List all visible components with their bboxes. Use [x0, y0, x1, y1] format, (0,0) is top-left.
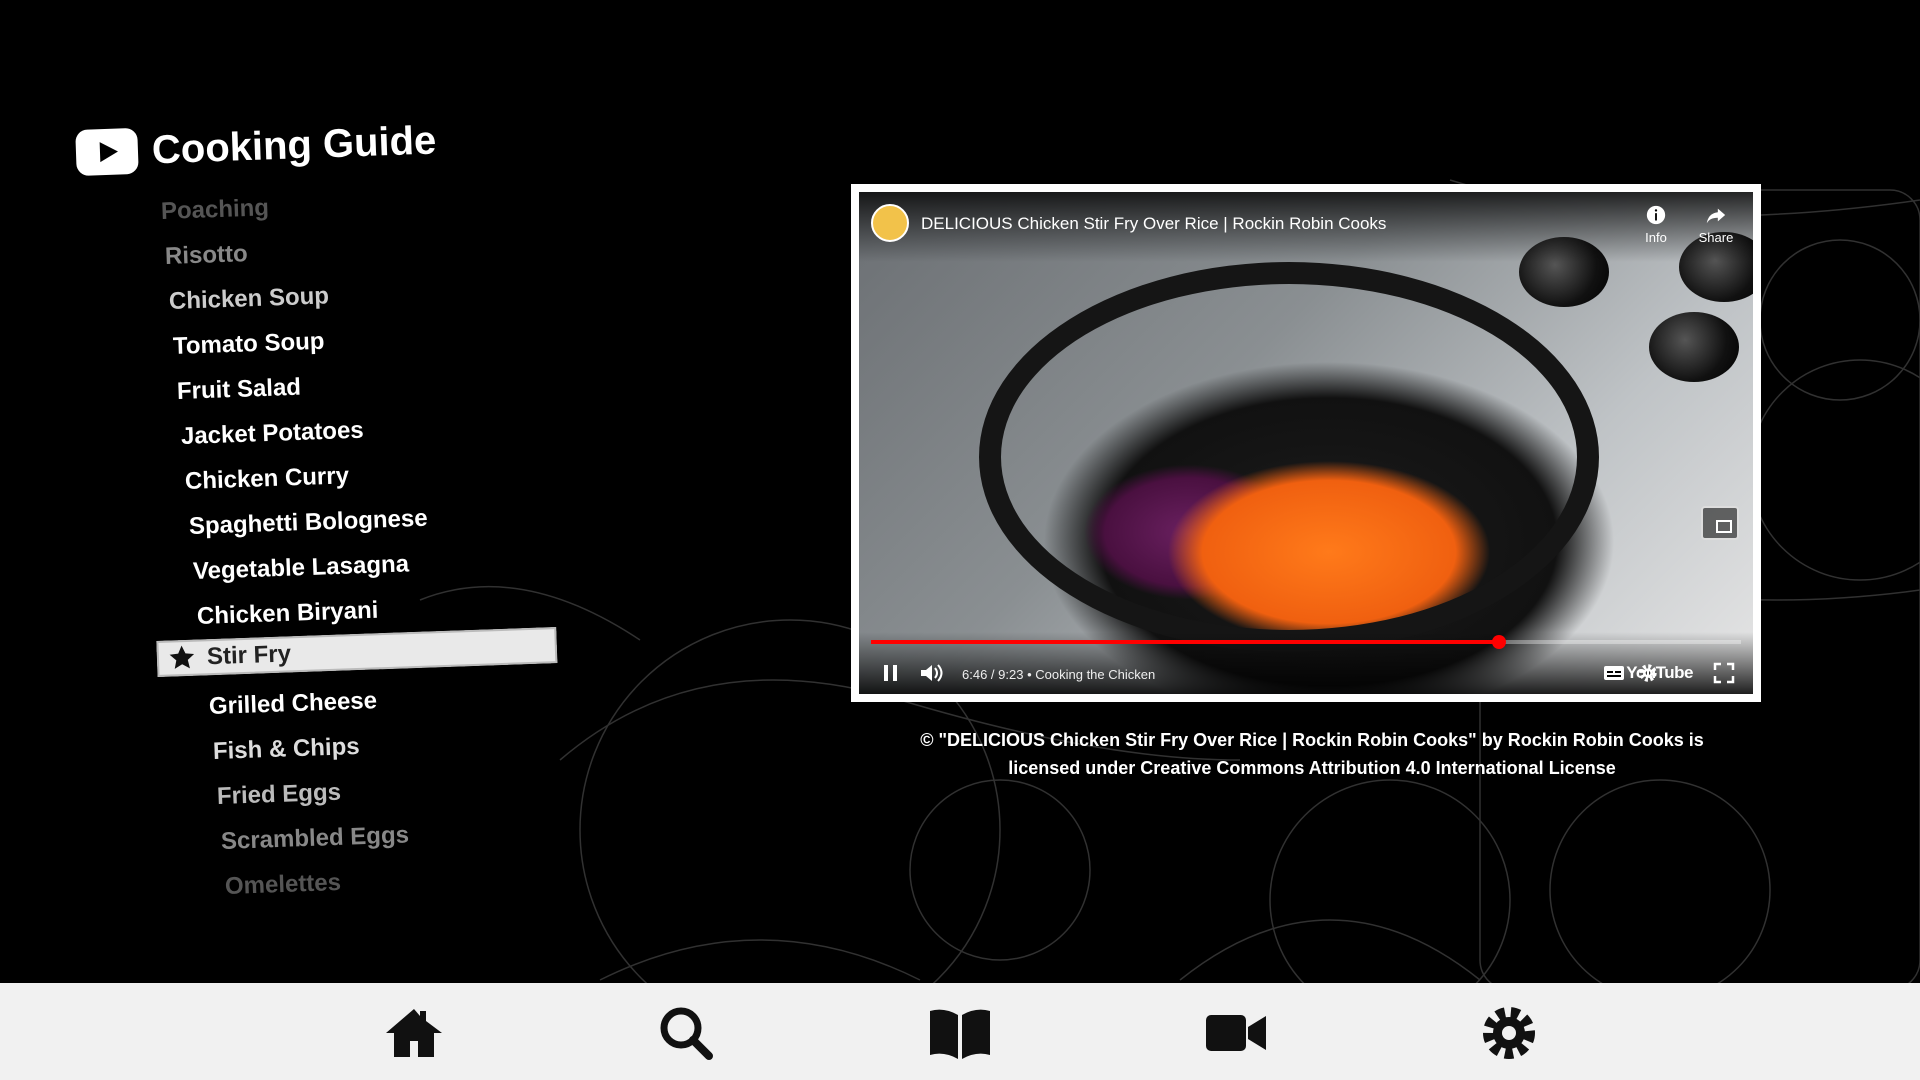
- chapter-title[interactable]: Cooking the Chicken: [1035, 667, 1155, 682]
- gear-icon[interactable]: [1477, 1003, 1541, 1063]
- time-separator: •: [1027, 667, 1032, 682]
- share-label: Share: [1698, 230, 1734, 245]
- license-caption: © "DELICIOUS Chicken Stir Fry Over Rice …: [862, 726, 1762, 782]
- app-title: Cooking Guide: [151, 117, 437, 172]
- progress-fill: [871, 640, 1500, 644]
- fullscreen-icon[interactable]: [1713, 662, 1735, 684]
- channel-avatar[interactable]: [871, 204, 909, 242]
- video-player[interactable]: DELICIOUS Chicken Stir Fry Over Rice | R…: [859, 192, 1753, 694]
- recipe-item-chicken-soup[interactable]: Chicken Soup: [169, 282, 330, 316]
- recipe-item-grilled-cheese[interactable]: Grilled Cheese: [209, 687, 378, 721]
- share-icon: [1706, 208, 1726, 224]
- picture-in-picture-icon[interactable]: [1701, 506, 1739, 540]
- recipe-item-fruit-salad[interactable]: Fruit Salad: [177, 374, 302, 406]
- video-title[interactable]: DELICIOUS Chicken Stir Fry Over Rice | R…: [921, 214, 1386, 234]
- volume-icon[interactable]: [919, 662, 945, 684]
- license-line-2: licensed under Creative Commons Attribut…: [1008, 758, 1616, 778]
- info-icon: [1646, 205, 1666, 225]
- recipe-item-fish-chips[interactable]: Fish & Chips: [213, 733, 361, 766]
- share-button[interactable]: Share: [1691, 204, 1741, 245]
- home-icon[interactable]: [382, 1003, 446, 1063]
- time-display: 6:46 / 9:23 • Cooking the Chicken: [962, 667, 1155, 682]
- video-player-frame: DELICIOUS Chicken Stir Fry Over Rice | R…: [851, 184, 1761, 702]
- youtube-play-icon: [75, 127, 139, 176]
- recipe-item-fried-eggs[interactable]: Fried Eggs: [217, 779, 342, 811]
- progress-bar[interactable]: [871, 635, 1741, 649]
- book-icon[interactable]: [928, 1003, 992, 1063]
- recipe-item-label: Stir Fry: [206, 640, 292, 671]
- youtube-brand-label[interactable]: YouTube: [1626, 663, 1693, 683]
- recipe-item-poaching[interactable]: Poaching: [161, 194, 270, 226]
- info-label: Info: [1645, 230, 1667, 245]
- subtitles-icon[interactable]: [1603, 662, 1625, 684]
- stove-knob: [1649, 312, 1739, 382]
- video-controls: 6:46 / 9:23 • Cooking the Chicken YouTub…: [859, 632, 1753, 694]
- recipe-item-omelettes[interactable]: Omelettes: [225, 869, 342, 901]
- recipe-item-risotto[interactable]: Risotto: [165, 240, 249, 271]
- bottom-nav: [0, 983, 1920, 1080]
- video-top-bar: DELICIOUS Chicken Stir Fry Over Rice | R…: [859, 192, 1753, 262]
- progress-scrubber[interactable]: [1492, 635, 1507, 649]
- time-text: 6:46 / 9:23: [962, 667, 1024, 682]
- license-line-1: © "DELICIOUS Chicken Stir Fry Over Rice …: [920, 730, 1704, 750]
- info-button[interactable]: Info: [1631, 204, 1681, 245]
- video-camera-icon[interactable]: [1204, 1003, 1268, 1063]
- recipe-item-chicken-curry[interactable]: Chicken Curry: [185, 462, 350, 496]
- search-icon[interactable]: [655, 1003, 719, 1063]
- star-icon: [169, 645, 195, 669]
- pause-icon[interactable]: [881, 662, 901, 684]
- video-thumbnail-pan: [979, 262, 1599, 652]
- recipe-item-tomato-soup[interactable]: Tomato Soup: [173, 328, 325, 361]
